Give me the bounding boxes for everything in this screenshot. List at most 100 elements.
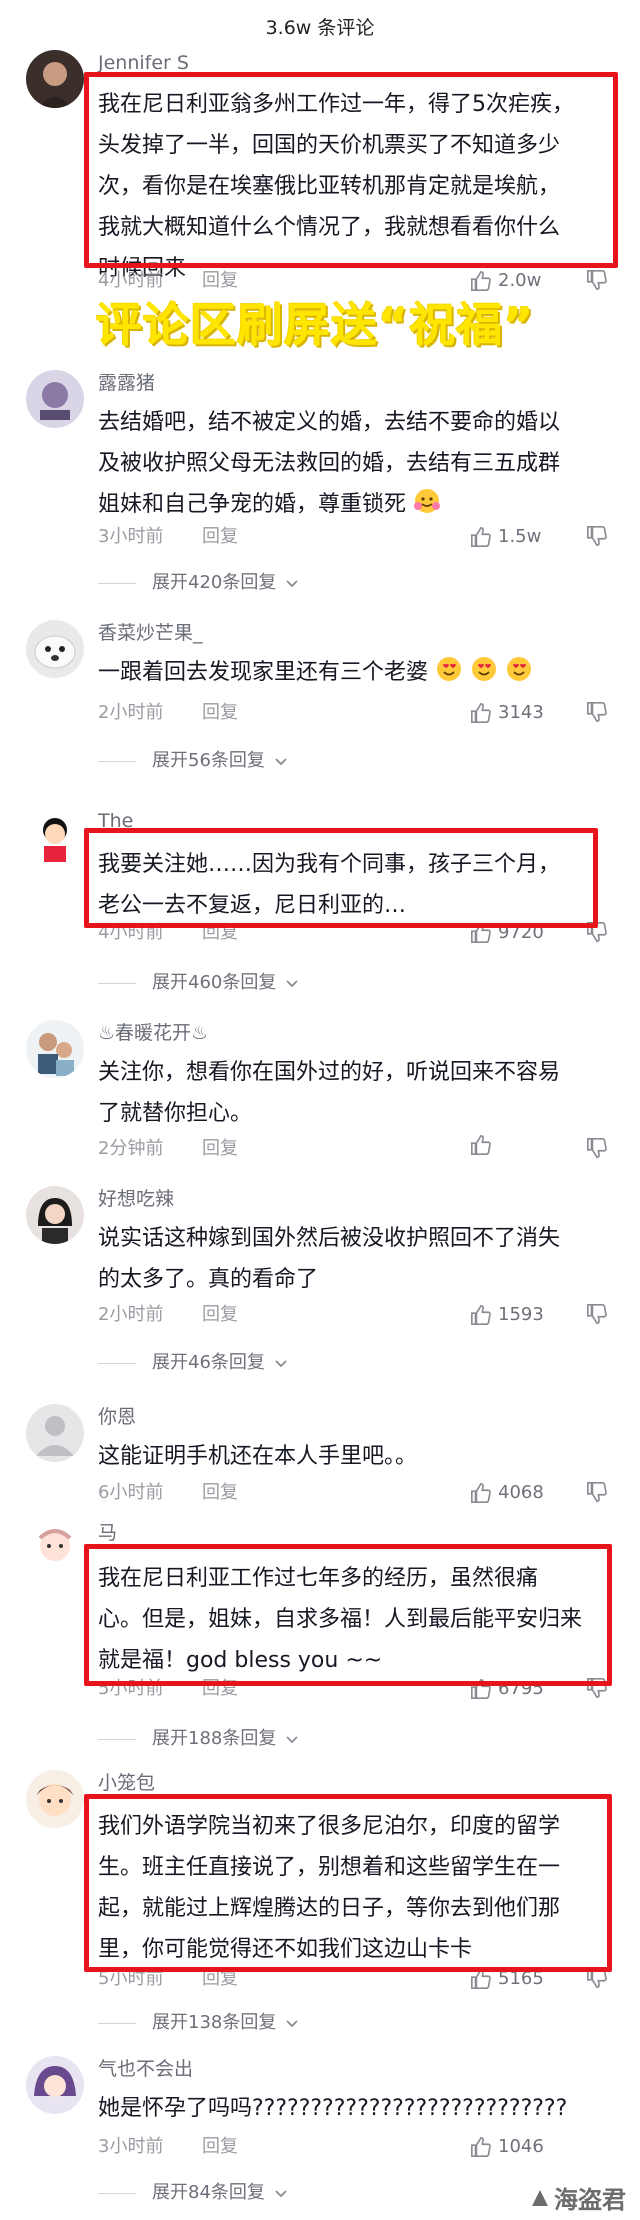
like-button[interactable]: 1046 [470,2132,544,2162]
avatar[interactable] [26,1404,84,1462]
comment-username[interactable]: 好想吃辣 [98,1186,174,1212]
like-button[interactable]: 3143 [470,698,544,728]
reply-button[interactable]: 回复 [202,1300,238,1330]
thumbs-down-icon[interactable] [586,269,608,291]
like-count: 1046 [498,2136,544,2157]
comment-item: ♨春暖花开♨ 关注你，想看你在国外过的好，听说回来不容易 了就替你担心。 2分钟… [0,1020,640,1170]
comment-username[interactable]: Jennifer S [98,50,189,76]
chevron-down-icon [275,1360,287,1368]
expand-replies-button[interactable]: 展开84条回复 [98,2180,289,2206]
comment-username[interactable]: ♨春暖花开♨ [98,1020,208,1046]
chevron-down-icon [286,2020,298,2028]
comment-meta: 2小时前 回复 3143 [98,698,618,728]
pirate-logo-icon [532,2189,548,2206]
expand-replies-button[interactable]: 展开188条回复 [98,1726,300,1752]
avatar[interactable] [26,2056,84,2114]
thumbs-up-icon [471,1305,491,1325]
divider [98,1738,136,1740]
reply-button[interactable]: 回复 [202,918,238,948]
comment-time: 3小时前 [98,526,164,547]
comment-item: 香菜炒芒果_ 一跟着回去发现家里还有三个老婆 2小时前 回复 3143 展开56… [0,620,640,780]
comment-username[interactable]: 马 [98,1520,117,1546]
thumbs-down-icon[interactable] [586,525,608,547]
comment-text: 我在尼日利亚翁多州工作过一年，得了5次疟疾， 头发掉了一半，回国的天价机票买了不… [98,92,574,281]
hug-emoji-icon [414,489,441,513]
expand-replies-button[interactable]: 展开460条回复 [98,970,300,996]
like-count: 5165 [498,1968,544,1989]
thumbs-down-icon[interactable] [586,1677,608,1699]
comment-time: 5小时前 [98,1678,164,1699]
thumbs-down-icon[interactable] [586,1137,608,1159]
comment-username[interactable]: 你恩 [98,1404,136,1430]
comment-username[interactable]: The [98,808,133,834]
banner-caption: 评论区刷屏送“祝福” [96,298,535,352]
like-button[interactable]: 4068 [470,1478,544,1508]
reply-button[interactable]: 回复 [202,1964,238,1994]
thumbs-up-icon [471,1679,491,1699]
reply-button[interactable]: 回复 [202,1478,238,1508]
comment-time: 3小时前 [98,2136,164,2157]
comment-username[interactable]: 香菜炒芒果_ [98,620,203,646]
expand-replies-button[interactable]: 展开46条回复 [98,1350,289,1376]
thumbs-down-icon[interactable] [586,1481,608,1503]
comment-username[interactable]: 小笼包 [98,1770,155,1796]
thumbs-up-icon [471,527,491,547]
chevron-down-icon [286,580,298,588]
comment-text: 这能证明手机还在本人手里吧。。 [98,1444,418,1469]
expand-replies-button[interactable]: 展开420条回复 [98,570,300,596]
avatar[interactable] [26,1770,84,1828]
expand-replies-button[interactable]: 展开138条回复 [98,2010,300,2036]
reply-button[interactable]: 回复 [202,1674,238,1704]
thumbs-down-icon[interactable] [586,921,608,943]
reply-button[interactable]: 回复 [202,1134,238,1164]
like-button[interactable]: 1593 [470,1300,544,1330]
comment-meta: 2分钟前 回复 [98,1134,618,1164]
comment-meta: 4小时前 回复 9720 [98,918,618,948]
thumbs-down-icon[interactable] [586,1303,608,1325]
like-button[interactable]: 9720 [470,918,544,948]
reply-button[interactable]: 回复 [202,522,238,552]
comment-text: 说实话这种嫁到国外然后被没收护照回不了消失 的太多了。真的看命了 [98,1226,561,1292]
comment-time: 6小时前 [98,1482,164,1503]
like-button[interactable] [470,1134,498,1156]
thumbs-down-icon[interactable] [586,1967,608,1989]
comment-meta: 5小时前 回复 5165 [98,1964,618,1994]
comment-time: 4小时前 [98,922,164,943]
divider [98,1362,136,1364]
comment-item: 小笼包 我们外语学院当初来了很多尼泊尔，印度的留学 生。班主任直接说了，别想着和… [0,1770,640,2033]
comment-text: 我们外语学院当初来了很多尼泊尔，印度的留学 生。班主任直接说了，别想着和这些留学… [98,1814,561,1962]
avatar[interactable] [26,620,84,678]
comment-username[interactable]: 气也不会出 [98,2056,193,2082]
like-count: 9720 [498,922,544,943]
comment-text: 一跟着回去发现家里还有三个老婆 [98,652,608,693]
comment-username[interactable]: 露露猪 [98,370,155,396]
thumbs-up-icon [471,271,491,291]
avatar[interactable] [26,808,84,866]
expand-replies-button[interactable]: 展开56条回复 [98,748,289,774]
avatar[interactable] [26,370,84,428]
comments-header: 3.6w 条评论 [265,17,375,39]
avatar[interactable] [26,50,84,108]
comment-item: 好想吃辣 说实话这种嫁到国外然后被没收护照回不了消失 的太多了。真的看命了 2小… [0,1186,640,1386]
like-button[interactable]: 5165 [470,1964,544,1994]
reply-button[interactable]: 回复 [202,698,238,728]
like-button[interactable]: 6795 [470,1674,544,1704]
like-button[interactable]: 1.5w [470,522,541,552]
avatar[interactable] [26,1520,84,1578]
heart-eyes-emoji-icon [437,657,462,681]
comment-item: Jennifer S 我在尼日利亚翁多州工作过一年，得了5次疟疾， 头发掉了一半… [0,50,640,310]
divider [98,982,136,984]
avatar[interactable] [26,1186,84,1244]
avatar[interactable] [26,1020,84,1078]
comment-time: 5小时前 [98,1968,164,1989]
reply-button[interactable]: 回复 [202,2132,238,2162]
divider [98,2022,136,2024]
comment-meta: 6小时前 回复 4068 [98,1478,618,1508]
comment-item: 露露猪 去结婚吧，结不被定义的婚，去结不要命的婚以 及被收护照父母无法救回的婚，… [0,370,640,600]
chevron-down-icon [275,758,287,766]
comment-meta: 3小时前 回复 1046 [98,2132,618,2162]
thumbs-up-icon [471,1483,491,1503]
like-count: 6795 [498,1678,544,1699]
comment-item: 马 我在尼日利亚工作过七年多的经历，虽然很痛 心。但是，姐妹，自求多福！人到最后… [0,1520,640,1750]
thumbs-down-icon[interactable] [586,701,608,723]
